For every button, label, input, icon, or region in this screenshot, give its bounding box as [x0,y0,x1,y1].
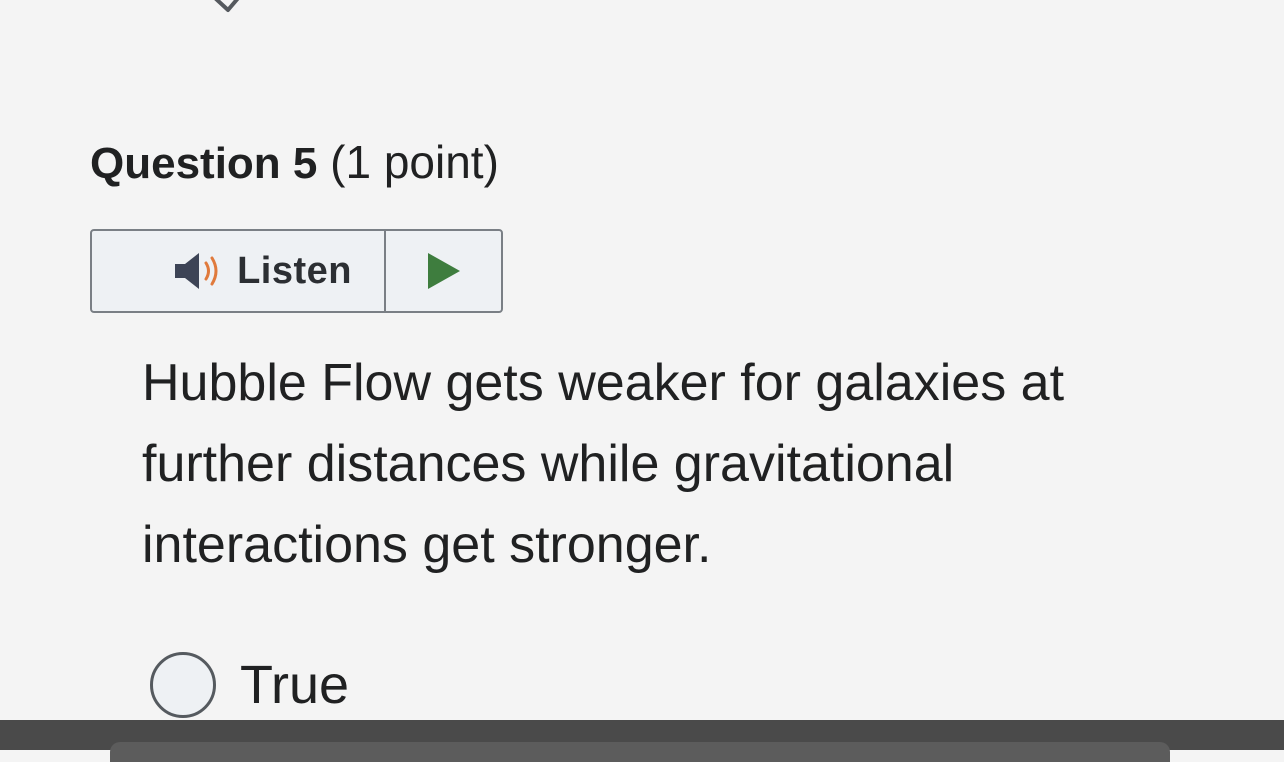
bottom-bar-tab [110,742,1170,762]
checkmark-icon [214,0,240,12]
radio-button[interactable] [150,652,216,718]
question-header: Question 5 (1 point) [90,132,499,194]
question-title: Question 5 [90,139,318,188]
play-button[interactable] [386,231,501,311]
option-true[interactable]: True [150,652,349,718]
question-text: Hubble Flow gets weaker for galaxies at … [142,354,1065,574]
listen-button[interactable]: Listen [92,231,386,311]
listen-label: Listen [237,249,352,292]
listen-widget: Listen [90,229,503,313]
speaker-icon [175,253,218,289]
option-label: True [240,655,350,715]
question-points: (1 point) [330,136,499,188]
bottom-bar [0,720,1284,762]
play-icon [427,253,460,289]
